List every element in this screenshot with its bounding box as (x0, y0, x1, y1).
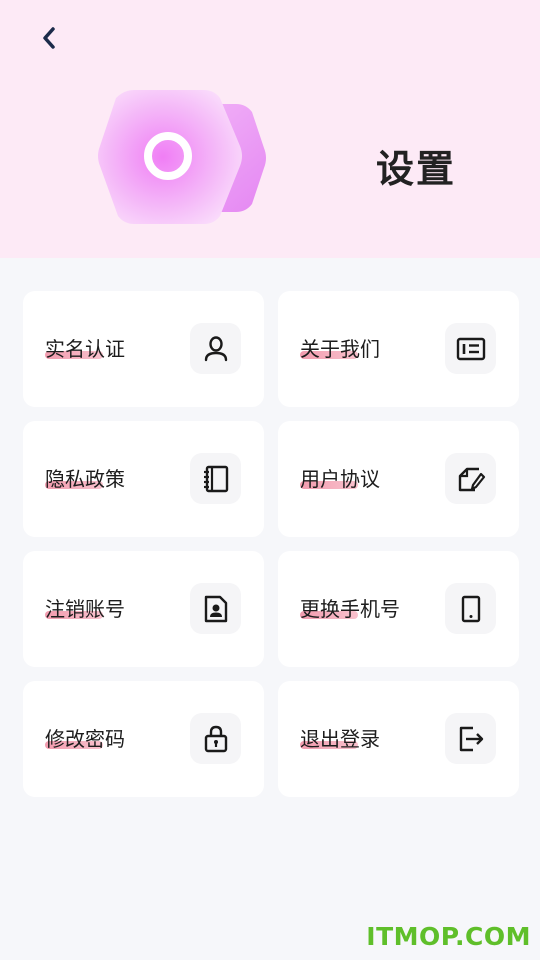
menu-item-label: 实名认证 (45, 337, 125, 361)
menu-item-about-us[interactable]: 关于我们 (278, 291, 519, 407)
menu-item-label: 关于我们 (300, 337, 380, 361)
menu-item-delete-account[interactable]: 注销账号 (23, 551, 264, 667)
menu-item-label: 更换手机号 (300, 597, 400, 621)
header: 设置 (0, 0, 540, 258)
menu-item-label: 隐私政策 (45, 467, 125, 491)
menu-item-privacy-policy[interactable]: 隐私政策 (23, 421, 264, 537)
menu-item-label: 修改密码 (45, 727, 125, 751)
logout-icon (445, 713, 496, 764)
menu-item-user-agreement[interactable]: 用户协议 (278, 421, 519, 537)
phone-icon (445, 583, 496, 634)
menu-item-label: 注销账号 (45, 597, 125, 621)
menu-item-change-phone[interactable]: 更换手机号 (278, 551, 519, 667)
page-title: 设置 (376, 147, 457, 191)
menu-item-logout[interactable]: 退出登录 (278, 681, 519, 797)
chevron-left-icon (43, 27, 55, 49)
menu-item-change-password[interactable]: 修改密码 (23, 681, 264, 797)
back-button[interactable] (34, 22, 64, 54)
id-card-icon (445, 323, 496, 374)
settings-menu-grid: 实名认证 关于我们 隐私政策 用户协议 注销账号 更换手机号 修改密码 退出登录 (23, 291, 519, 797)
lock-icon (190, 713, 241, 764)
menu-item-label: 用户协议 (300, 467, 380, 491)
user-id-icon (190, 323, 241, 374)
settings-hero-icon (98, 90, 266, 224)
menu-item-real-name-auth[interactable]: 实名认证 (23, 291, 264, 407)
edit-document-icon (445, 453, 496, 504)
watermark: ITMOP.COM (366, 922, 531, 951)
contact-file-icon (190, 583, 241, 634)
notebook-icon (190, 453, 241, 504)
menu-item-label: 退出登录 (300, 727, 380, 751)
